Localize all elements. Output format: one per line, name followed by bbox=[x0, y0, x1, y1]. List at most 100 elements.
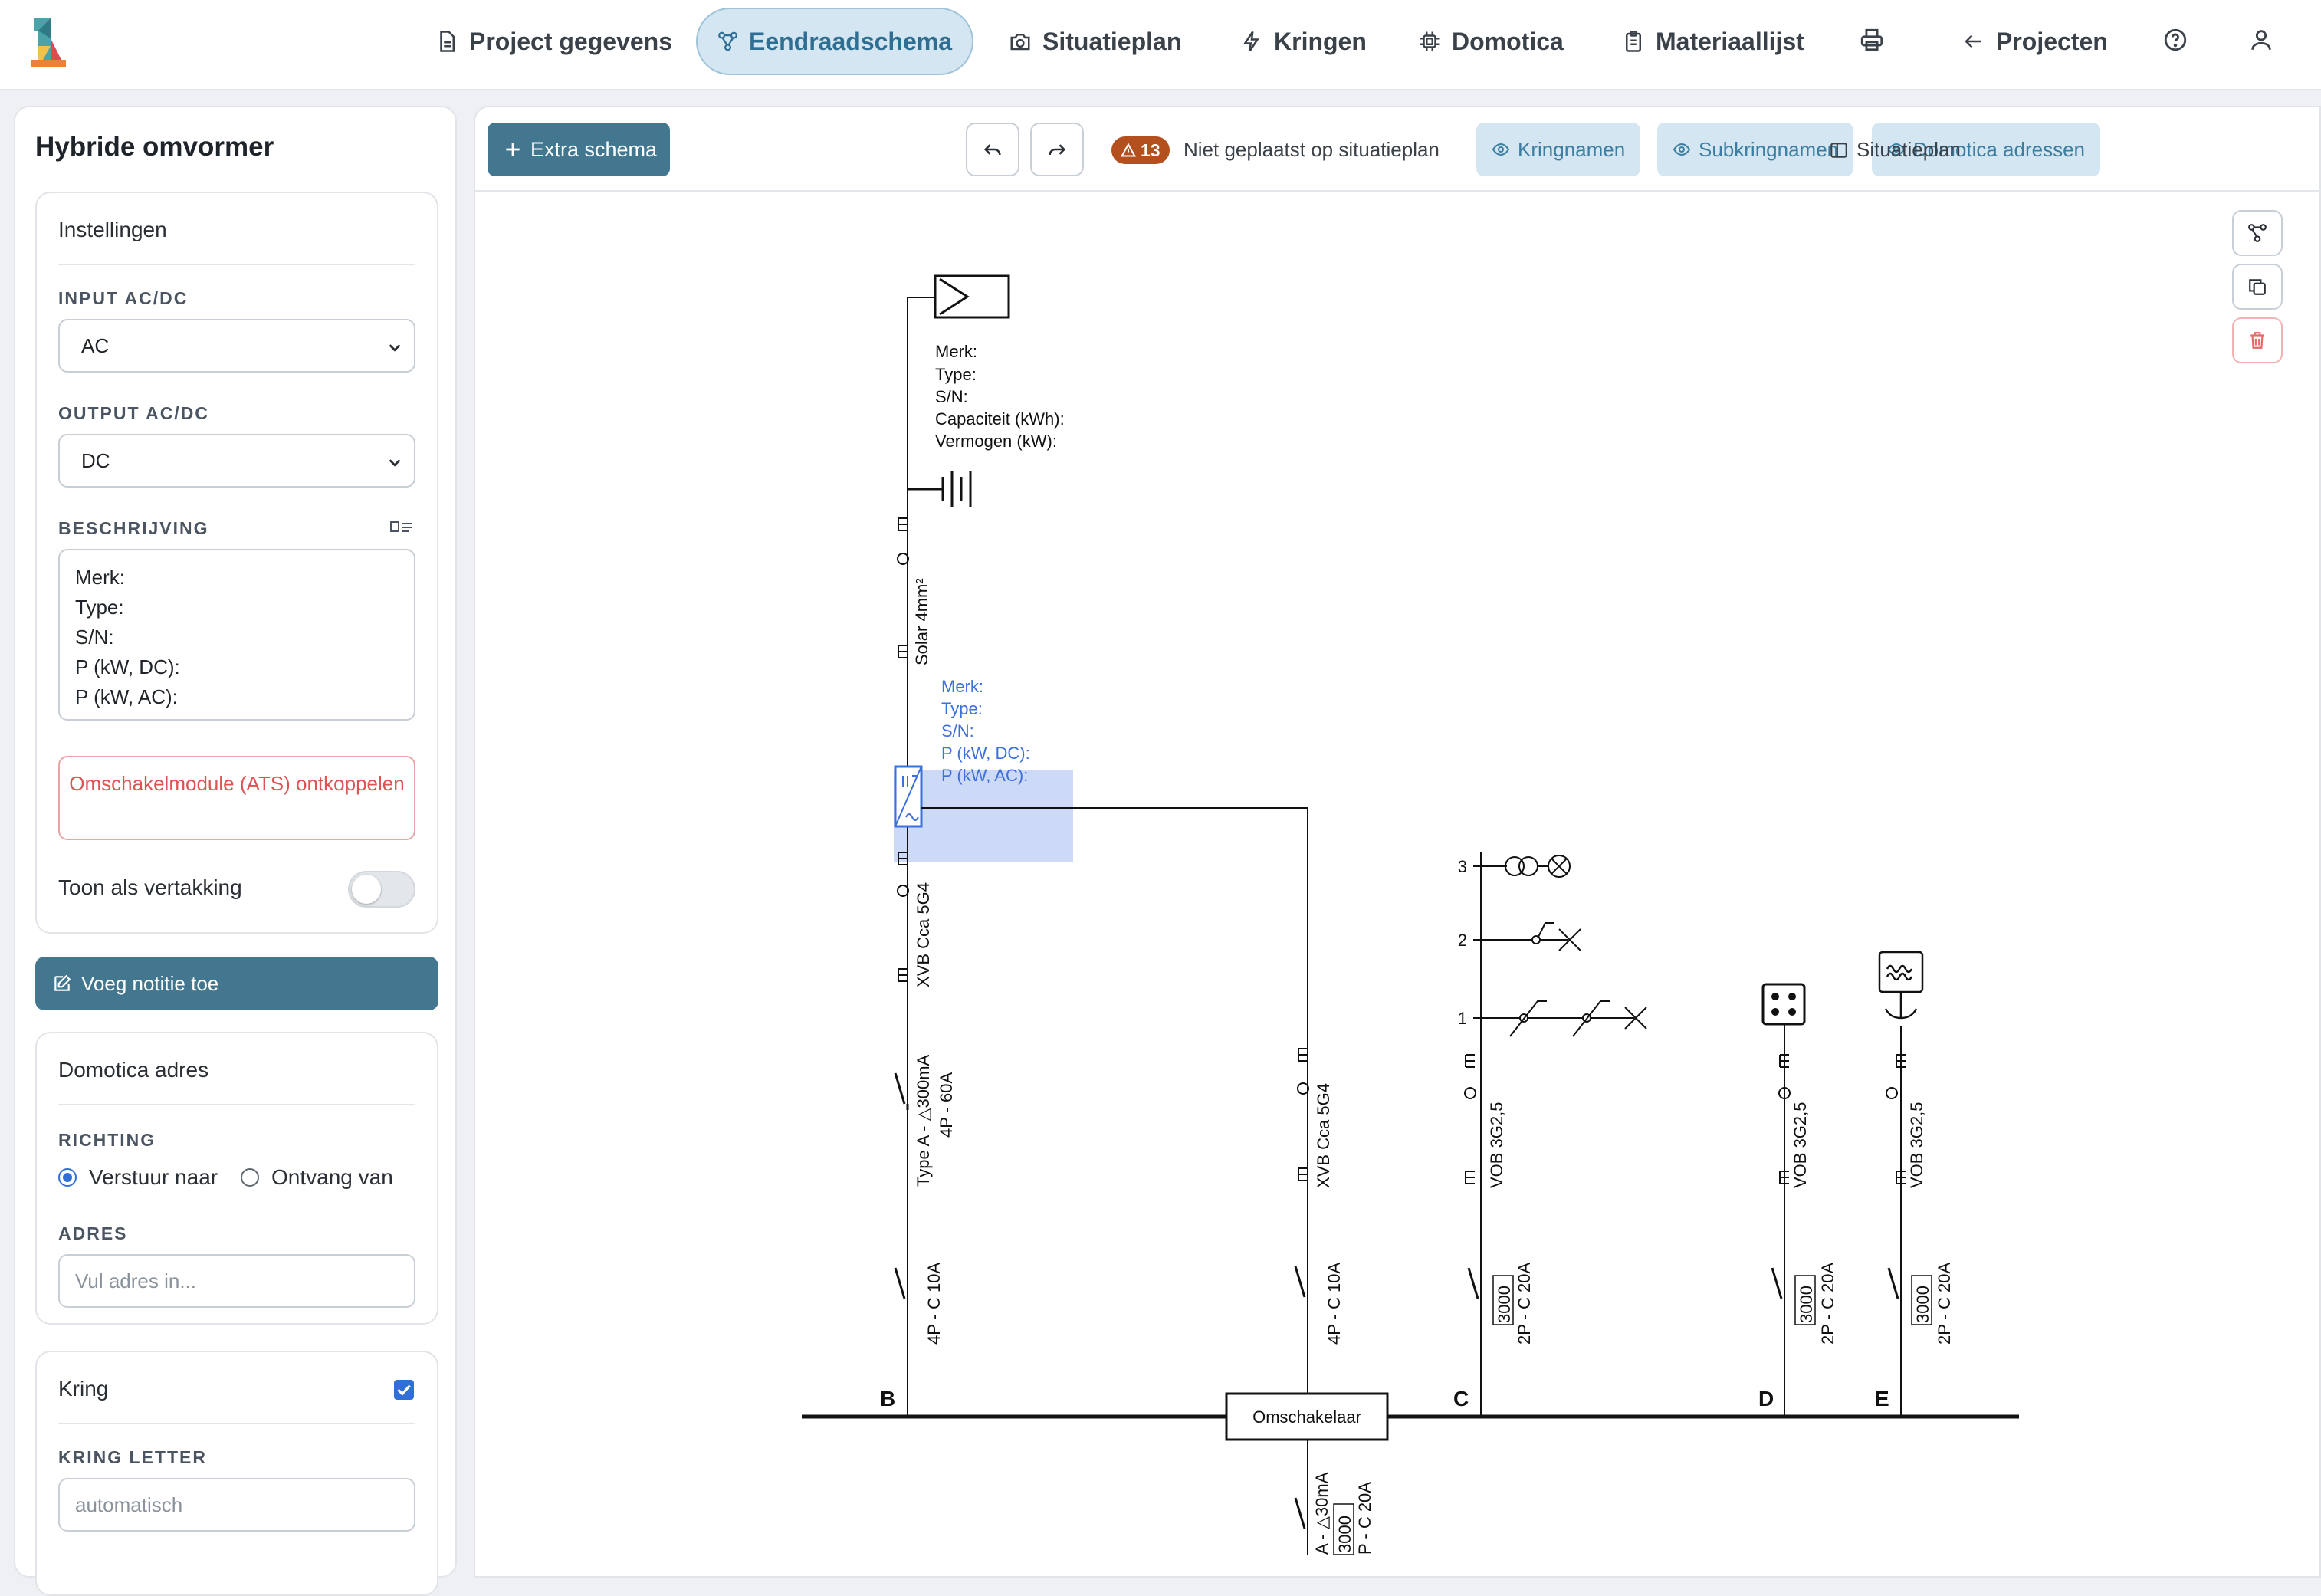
warning-badge[interactable]: 13 bbox=[1111, 136, 1170, 164]
breaker-d-symbol[interactable] bbox=[1771, 1267, 1783, 1299]
delete-button[interactable] bbox=[2232, 317, 2283, 363]
battery-info-2: Type: bbox=[935, 365, 977, 384]
situatieplan-toggle[interactable]: Situatieplan bbox=[1829, 138, 1961, 162]
kring-checkbox[interactable] bbox=[394, 1380, 414, 1400]
breaker-b-label: 4P - C 10A bbox=[924, 1262, 944, 1345]
document-icon bbox=[440, 31, 455, 52]
kring-card: Kring KRING LETTER automatisch bbox=[35, 1351, 438, 1596]
eye-icon bbox=[1673, 143, 1691, 156]
radio-receive[interactable] bbox=[241, 1168, 259, 1187]
radio-receive-label[interactable]: Ontvang van bbox=[271, 1165, 393, 1190]
address-input[interactable]: Vul adres in... bbox=[58, 1254, 415, 1308]
top-navigation: Project gegevens Eendraadschema Situatie… bbox=[0, 0, 2321, 90]
cable-marker bbox=[897, 852, 909, 982]
inverter-info-1: Merk: bbox=[941, 677, 983, 696]
nav-situatieplan[interactable]: Situatieplan bbox=[989, 8, 1201, 75]
battery-symbol[interactable] bbox=[908, 471, 972, 507]
help-button[interactable] bbox=[2158, 23, 2192, 57]
add-note-button[interactable]: Voeg notitie toe bbox=[35, 957, 438, 1010]
circuit-letter-b: B bbox=[880, 1387, 895, 1410]
cable-marker bbox=[897, 517, 909, 658]
rcd-bottom-symbol[interactable] bbox=[1294, 1497, 1306, 1529]
omschakelaar-box[interactable]: Omschakelaar bbox=[1225, 1392, 1389, 1441]
nav-kringen[interactable]: Kringen bbox=[1220, 8, 1387, 75]
nav-domotica[interactable]: Domotica bbox=[1398, 8, 1584, 75]
branch-toggle[interactable] bbox=[348, 871, 415, 908]
breaker-omschakelaar-symbol[interactable] bbox=[1294, 1266, 1306, 1298]
battery-info-3: S/N: bbox=[935, 387, 968, 406]
edit-note-icon bbox=[54, 974, 71, 991]
cable-marker bbox=[1297, 1048, 1309, 1181]
address-label: ADRES bbox=[58, 1223, 128, 1243]
duplicate-button[interactable] bbox=[2232, 264, 2283, 310]
radio-send[interactable] bbox=[58, 1168, 77, 1187]
connect-tool-button[interactable] bbox=[2232, 210, 2283, 256]
branch-toggle-label: Toon als vertakking bbox=[58, 875, 242, 899]
breaker-e-label: 2P - C 20A bbox=[1935, 1262, 1954, 1345]
rcd-bottom-label: A - △30mA bbox=[1312, 1472, 1331, 1555]
breaker-b-symbol[interactable] bbox=[894, 1267, 906, 1299]
nav-projecten[interactable]: Projecten bbox=[1942, 8, 2128, 75]
cable-c-label: VOB 3G2,5 bbox=[1487, 1102, 1506, 1188]
direction-label: RICHTING bbox=[58, 1130, 156, 1150]
schema-toolbar: Extra schema 13 Niet geplaatst op situat… bbox=[475, 107, 2321, 192]
breaker-c-symbol[interactable] bbox=[1467, 1267, 1479, 1299]
warning-icon bbox=[1121, 143, 1136, 157]
hybrid-inverter-symbol[interactable] bbox=[894, 765, 923, 828]
breaker-d-label: 2P - C 20A bbox=[1818, 1262, 1837, 1345]
kringnamen-label: Kringnamen bbox=[1518, 137, 1626, 161]
rating-c-label: 3000 bbox=[1495, 1286, 1514, 1323]
output-acdc-label: OUTPUT AC/DC bbox=[58, 403, 209, 423]
ats-disconnect-button[interactable]: Omschakelmodule (ATS) ontkoppelen bbox=[58, 756, 415, 840]
extra-schema-button[interactable]: Extra schema bbox=[488, 123, 670, 176]
cable-xvb-omschakelaar-label: XVB Cca 5G4 bbox=[1314, 1083, 1333, 1188]
camera-icon bbox=[1010, 34, 1030, 51]
properties-panel: Hybride omvormer Instellingen INPUT AC/D… bbox=[14, 106, 457, 1596]
battery-info-4: Capaciteit (kWh): bbox=[935, 409, 1065, 429]
circuit-letter-c: C bbox=[1453, 1387, 1469, 1410]
breaker-e-symbol[interactable] bbox=[1887, 1267, 1899, 1299]
point-2-label: 2 bbox=[1458, 931, 1467, 950]
point-3-label: 3 bbox=[1458, 857, 1467, 876]
kring-title: Kring bbox=[58, 1377, 109, 1401]
app-logo[interactable] bbox=[28, 15, 69, 69]
subkringnamen-label: Subkringnamen bbox=[1699, 137, 1839, 161]
print-button[interactable] bbox=[1855, 23, 1889, 57]
heater-symbol[interactable] bbox=[1878, 951, 1924, 1020]
cable-marker bbox=[1464, 1054, 1476, 1184]
output-acdc-select[interactable]: DC bbox=[58, 434, 415, 488]
panel-title: Hybride omvormer bbox=[35, 132, 274, 162]
breaker-omschakelaar-label: 4P - C 10A bbox=[1325, 1262, 1344, 1345]
radio-send-label[interactable]: Verstuur naar bbox=[89, 1165, 218, 1190]
toggle-kringnamen[interactable]: Kringnamen bbox=[1476, 123, 1641, 176]
rating-d-label: 3000 bbox=[1797, 1286, 1816, 1323]
redo-button[interactable] bbox=[1030, 123, 1084, 176]
copy-icon bbox=[2249, 279, 2266, 295]
nav-project-gegevens[interactable]: Project gegevens bbox=[415, 8, 692, 75]
toggle-subkringnamen[interactable]: Subkringnamen bbox=[1657, 123, 1854, 176]
omschakelaar-label: Omschakelaar bbox=[1252, 1407, 1361, 1427]
rcd-b-label-1: Type A - △300mA bbox=[914, 1054, 933, 1187]
undo-button[interactable] bbox=[966, 123, 1019, 176]
text-format-icon[interactable] bbox=[389, 518, 415, 537]
input-acdc-select[interactable]: AC bbox=[58, 319, 415, 373]
settings-card: Instellingen INPUT AC/DC AC OUTPUT AC/DC… bbox=[35, 192, 438, 934]
chip-icon bbox=[1420, 31, 1440, 51]
user-button[interactable] bbox=[2244, 23, 2278, 57]
single-line-diagram[interactable]: Merk: Type: S/N: Capaciteit (kWh): Vermo… bbox=[475, 190, 2223, 1555]
rcd-b-symbol[interactable] bbox=[894, 1072, 909, 1110]
circuit-letter-e: E bbox=[1875, 1387, 1889, 1410]
circuit-c-points[interactable] bbox=[1473, 855, 1647, 1037]
lightning-icon bbox=[1243, 31, 1259, 52]
kring-letter-input[interactable]: automatisch bbox=[58, 1478, 415, 1532]
description-textarea[interactable]: Merk: Type: S/N: P (kW, DC): P (kW, AC): bbox=[58, 549, 415, 721]
nav-eendraadschema[interactable]: Eendraadschema bbox=[696, 8, 973, 75]
select-value: DC bbox=[81, 448, 110, 472]
nav-materiaallijst[interactable]: Materiaallijst bbox=[1602, 8, 1824, 75]
double-socket-symbol[interactable] bbox=[1761, 983, 1806, 1026]
warning-text: Niet geplaatst op situatieplan bbox=[1183, 138, 1440, 161]
domotica-card: Domotica adres RICHTING Verstuur naar On… bbox=[35, 1032, 438, 1325]
cable-marker bbox=[1886, 1054, 1906, 1184]
solar-panel-symbol[interactable] bbox=[934, 274, 1010, 319]
divider bbox=[58, 1423, 415, 1424]
